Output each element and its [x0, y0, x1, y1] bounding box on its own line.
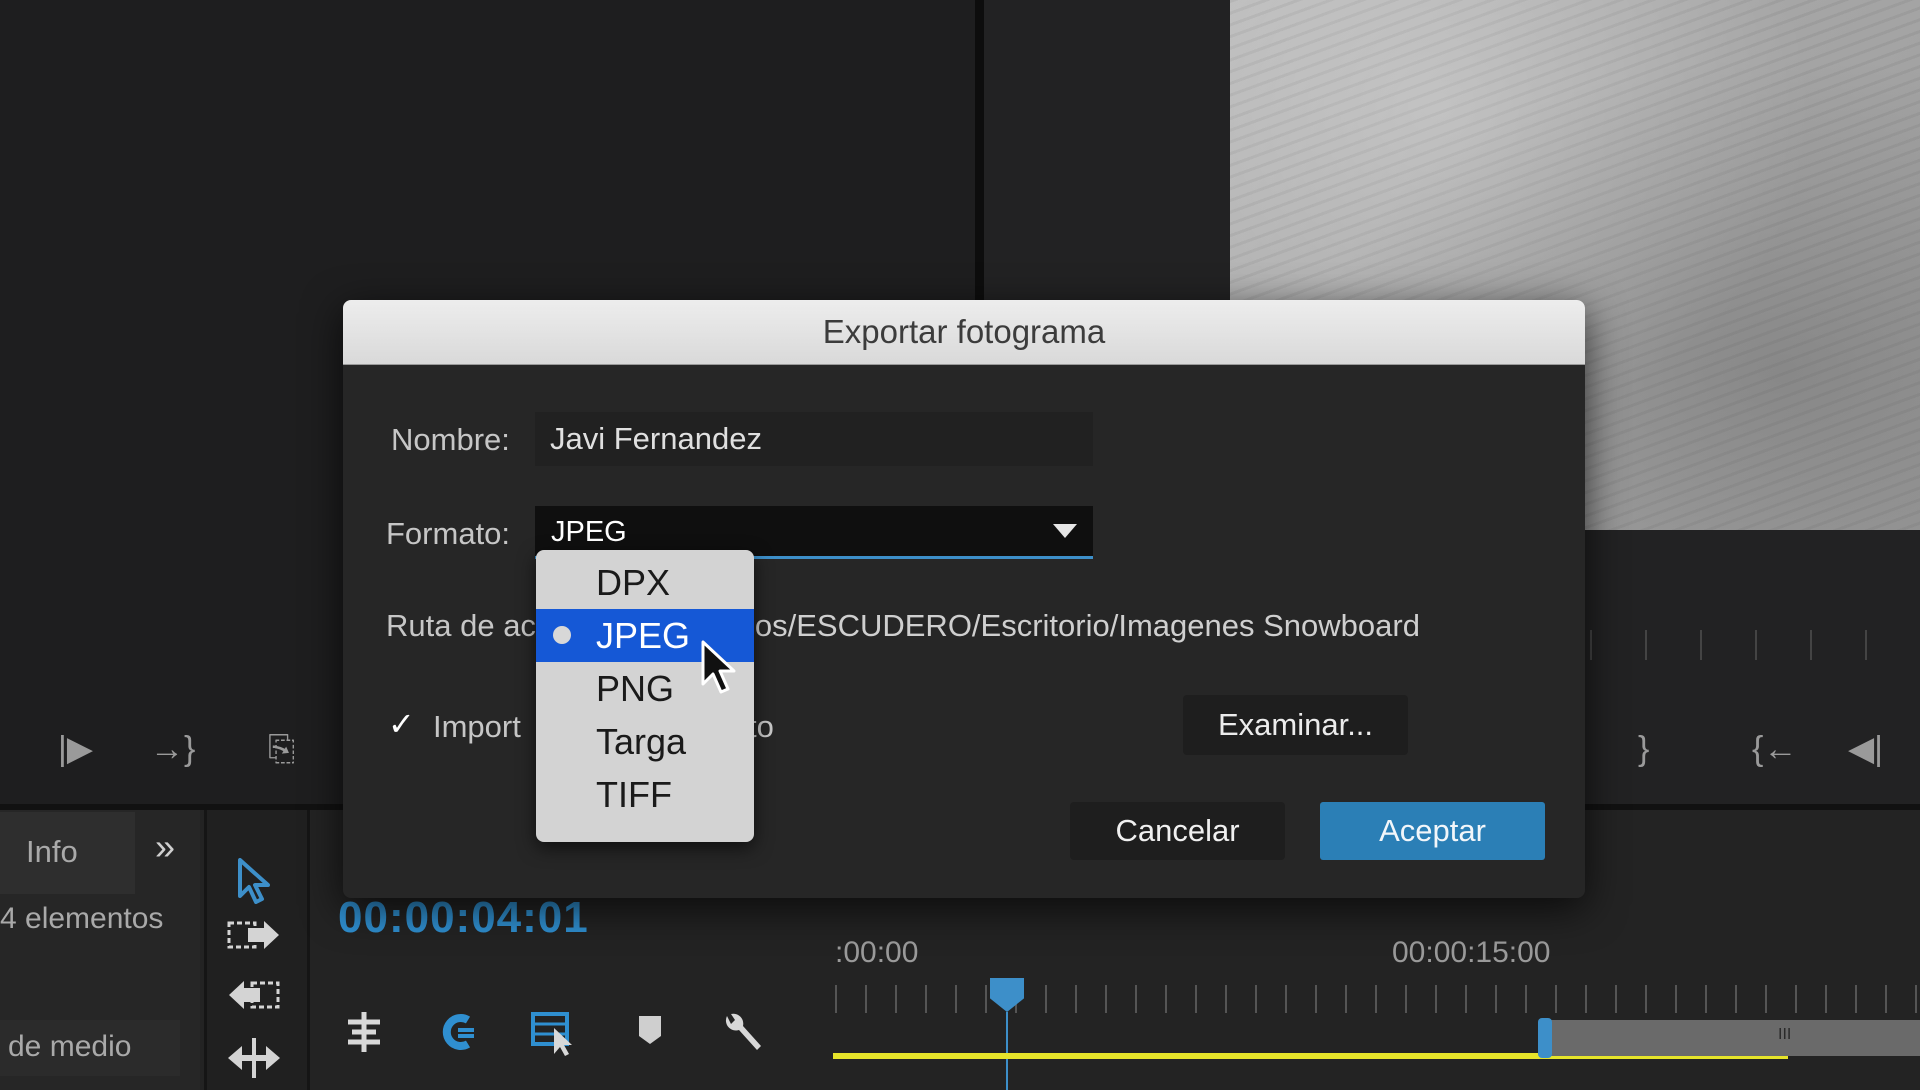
- timeline-timecode[interactable]: 00:00:04:01: [338, 893, 589, 943]
- path-value: ios/ESCUDERO/Escritorio/Imagenes Snowboa…: [748, 608, 1420, 643]
- nest-sequence-icon[interactable]: [334, 1010, 394, 1064]
- format-label: Formato:: [386, 516, 511, 551]
- step-back-icon[interactable]: ◀|: [1848, 729, 1883, 769]
- name-label: Nombre:: [391, 422, 510, 457]
- selected-radio-icon: [553, 626, 571, 644]
- menu-item-dpx[interactable]: DPX: [536, 556, 754, 609]
- items-count: 4 elementos: [0, 902, 164, 935]
- ruler-label-mid: 00:00:15:00: [1392, 936, 1551, 969]
- playhead-line: [1006, 1012, 1008, 1090]
- mouse-cursor-icon: [700, 640, 740, 696]
- dialog-title: Exportar fotograma: [822, 313, 1106, 350]
- name-input-value: Javi Fernandez: [550, 421, 762, 456]
- import-checkbox-label: Import: [433, 709, 521, 744]
- browse-button[interactable]: Examinar...: [1183, 695, 1408, 755]
- menu-item-targa[interactable]: Targa: [536, 715, 754, 768]
- menu-item-jpeg-label: JPEG: [596, 615, 691, 656]
- export-frame-dialog: Exportar fotograma Nombre: Javi Fernande…: [343, 300, 1585, 898]
- scrollbar-grip: III: [1778, 1026, 1792, 1043]
- export-frame-icon[interactable]: ⎘: [268, 729, 295, 769]
- insert-icon[interactable]: →}: [150, 729, 195, 769]
- tab-info-label: Info: [26, 834, 78, 869]
- play-out-icon[interactable]: |▶: [58, 729, 93, 769]
- scrollbar-handle[interactable]: [1538, 1018, 1552, 1058]
- selection-tool-icon[interactable]: [224, 858, 284, 913]
- import-checkbox[interactable]: ✓: [388, 705, 415, 743]
- dialog-titlebar[interactable]: Exportar fotograma: [343, 300, 1585, 365]
- timeline-zoom-scrollbar[interactable]: [1540, 1020, 1920, 1056]
- media-label: de medio: [8, 1030, 132, 1063]
- program-monitor-ruler[interactable]: [1590, 630, 1920, 660]
- go-to-in-icon[interactable]: {←: [1752, 729, 1797, 769]
- track-select-forward-icon[interactable]: [224, 918, 284, 963]
- menu-item-tiff[interactable]: TIFF: [536, 768, 754, 821]
- ripple-edit-icon[interactable]: [224, 978, 284, 1023]
- chevron-down-icon[interactable]: [1053, 524, 1077, 538]
- mark-out-icon[interactable]: }: [1638, 729, 1649, 769]
- panel-overflow-icon[interactable]: »: [155, 826, 175, 868]
- snap-icon[interactable]: [426, 1010, 486, 1064]
- wrench-icon[interactable]: [712, 1010, 772, 1066]
- add-marker-icon[interactable]: [620, 1010, 680, 1060]
- ruler-label-start: :00:00: [835, 936, 919, 969]
- accept-button[interactable]: Aceptar: [1320, 802, 1545, 860]
- linked-selection-icon[interactable]: [524, 1010, 584, 1066]
- path-label: Ruta de ac: [386, 608, 536, 643]
- cancel-button[interactable]: Cancelar: [1070, 802, 1285, 860]
- slip-tool-icon[interactable]: [224, 1036, 284, 1089]
